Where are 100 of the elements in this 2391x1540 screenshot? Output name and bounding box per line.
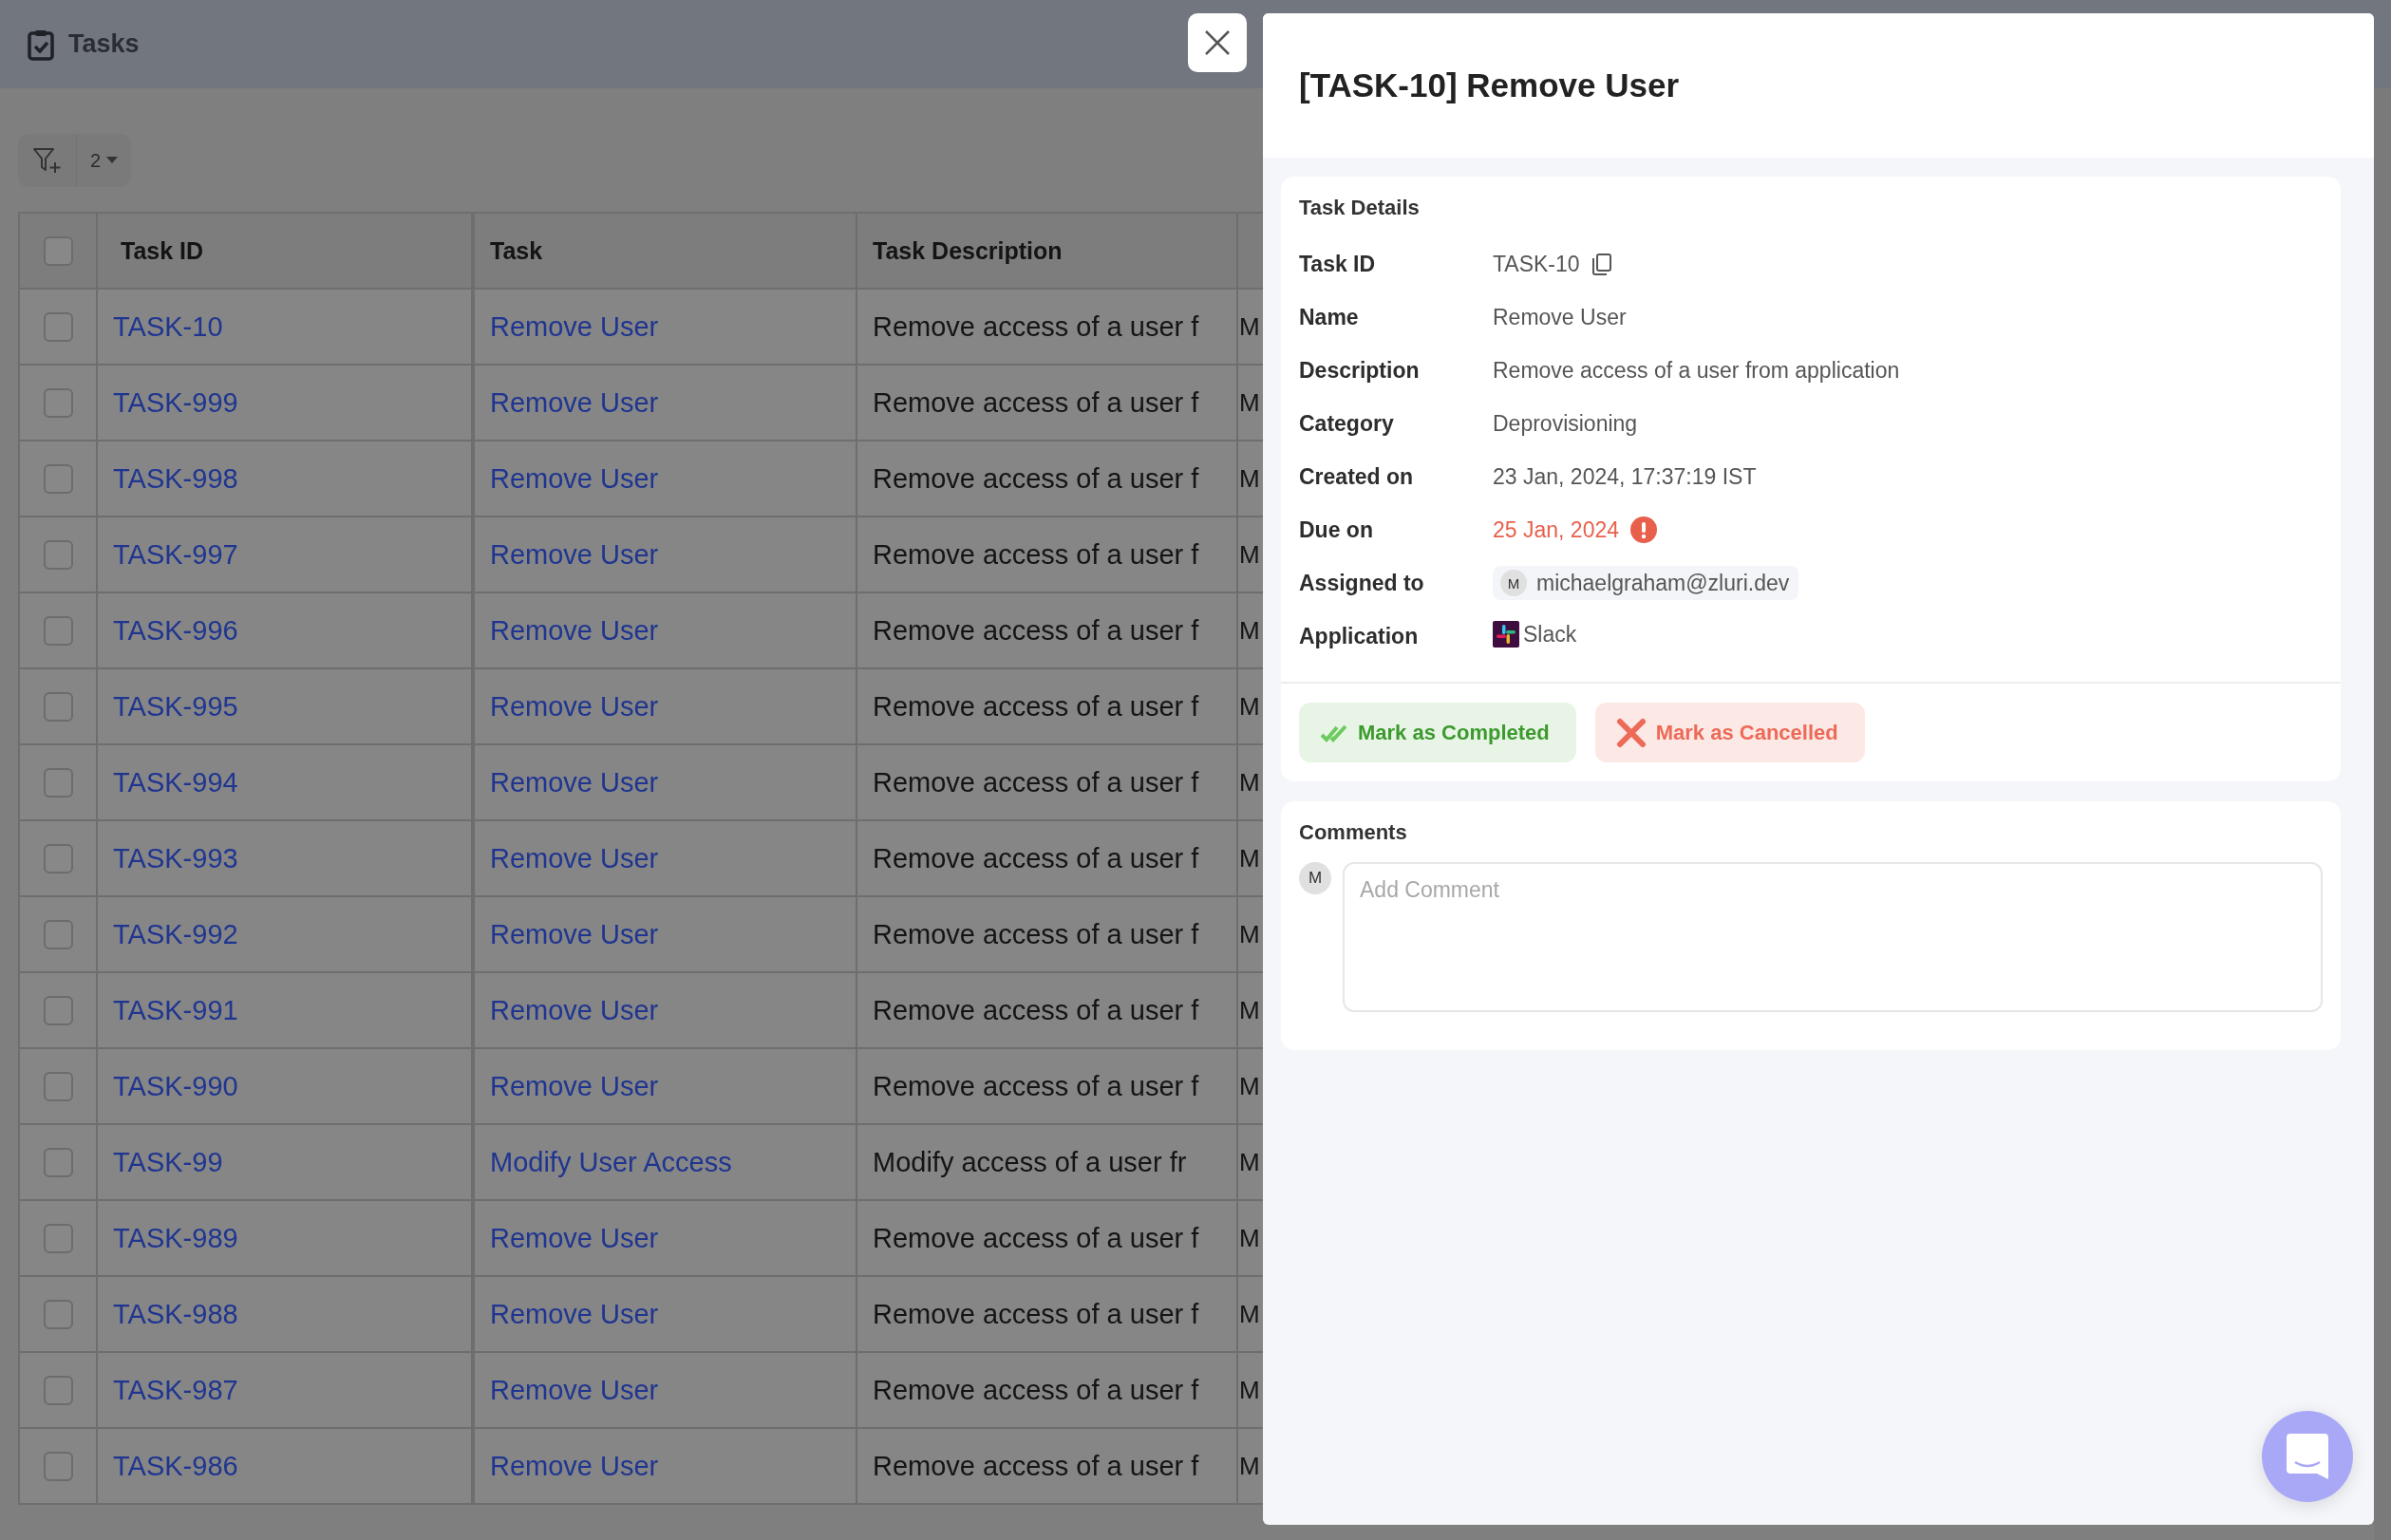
close-button[interactable]: [1188, 13, 1247, 72]
field-label: Due on: [1299, 516, 1374, 543]
row-checkbox[interactable]: [43, 539, 73, 570]
table-cell: M: [1239, 919, 1260, 949]
table-cell: M: [1239, 1299, 1260, 1329]
task-id-link[interactable]: TASK-99: [113, 1146, 223, 1178]
row-checkbox[interactable]: [43, 311, 73, 342]
row-checkbox[interactable]: [43, 1223, 73, 1253]
close-icon: [1204, 29, 1231, 56]
row-checkbox[interactable]: [43, 387, 73, 418]
complete-button[interactable]: Mark as Completed: [1299, 703, 1576, 762]
card-title: Comments: [1299, 820, 1408, 845]
task-link[interactable]: Remove User: [490, 1450, 659, 1482]
table-cell: Remove access of a user f: [873, 766, 1199, 798]
task-id-link[interactable]: TASK-989: [113, 1222, 238, 1254]
row-checkbox[interactable]: [43, 1299, 73, 1329]
row-checkbox[interactable]: [43, 843, 73, 873]
task-link[interactable]: Remove User: [490, 1298, 659, 1330]
task-link[interactable]: Remove User: [490, 386, 659, 419]
field-label: Task ID: [1299, 251, 1377, 277]
table-cell: Remove access of a user f: [873, 690, 1199, 723]
table-cell: Remove access of a user f: [873, 918, 1199, 950]
user-avatar: M: [1500, 570, 1527, 596]
copy-icon[interactable]: [1591, 253, 1612, 275]
task-link[interactable]: Modify User Access: [490, 1146, 732, 1178]
task-id-link[interactable]: TASK-991: [113, 994, 238, 1026]
table-cell: Remove access of a user f: [873, 1374, 1199, 1406]
filter-plus-icon: [31, 146, 63, 175]
field-label: Assigned to: [1299, 570, 1425, 596]
task-id-link[interactable]: TASK-995: [113, 690, 238, 723]
task-id-link[interactable]: TASK-986: [113, 1450, 238, 1482]
alert-icon: [1630, 516, 1657, 543]
task-link[interactable]: Remove User: [490, 690, 659, 723]
chat-icon: [2287, 1434, 2328, 1479]
column-header[interactable]: Task: [490, 236, 543, 265]
task-id-link[interactable]: TASK-988: [113, 1298, 238, 1330]
drawer-title: [TASK-10] Remove User: [1299, 66, 1680, 104]
task-id-link[interactable]: TASK-999: [113, 386, 238, 419]
table-cell: M: [1239, 843, 1260, 873]
select-all-checkbox[interactable]: [43, 235, 73, 266]
field-label: Category: [1299, 410, 1395, 437]
task-link[interactable]: Remove User: [490, 614, 659, 647]
row-checkbox[interactable]: [43, 995, 73, 1025]
task-link[interactable]: Remove User: [490, 1222, 659, 1254]
row-checkbox[interactable]: [43, 463, 73, 494]
table-cell: Modify access of a user fr: [873, 1146, 1187, 1178]
table-cell: M: [1239, 615, 1260, 646]
table-cell: M: [1239, 995, 1260, 1025]
task-link[interactable]: Remove User: [490, 1070, 659, 1102]
task-id-link[interactable]: TASK-10: [113, 310, 223, 343]
task-link[interactable]: Remove User: [490, 994, 659, 1026]
task-id-link[interactable]: TASK-994: [113, 766, 238, 798]
field-value: Remove User: [1493, 304, 1627, 329]
table-cell: Remove access of a user f: [873, 1298, 1199, 1330]
app-logo-icon: [1493, 621, 1519, 648]
filter-count-dropdown[interactable]: 2: [77, 134, 132, 187]
table-cell: Remove access of a user f: [873, 462, 1199, 495]
row-checkbox[interactable]: [43, 1147, 73, 1177]
task-link[interactable]: Remove User: [490, 1374, 659, 1406]
row-checkbox[interactable]: [43, 1375, 73, 1405]
table-cell: Remove access of a user f: [873, 310, 1199, 343]
field-label: Created on: [1299, 463, 1415, 490]
assignee-chip: M michaelgraham@zluri.dev: [1493, 566, 1799, 600]
row-checkbox[interactable]: [43, 767, 73, 798]
task-link[interactable]: Remove User: [490, 842, 659, 874]
table-cell: Remove access of a user f: [873, 1222, 1199, 1254]
table-cell: Remove access of a user f: [873, 614, 1199, 647]
row-checkbox[interactable]: [43, 1071, 73, 1101]
field-value: Remove access of a user from application: [1493, 357, 1900, 383]
task-id-link[interactable]: TASK-990: [113, 1070, 238, 1102]
column-header[interactable]: Task Description: [873, 236, 1063, 265]
task-id-link[interactable]: TASK-998: [113, 462, 238, 495]
table-cell: M: [1239, 1071, 1260, 1101]
caret-icon: [106, 157, 119, 164]
table-cell: M: [1239, 1147, 1260, 1177]
table-cell: M: [1239, 1375, 1260, 1405]
table-cell: Remove access of a user f: [873, 994, 1199, 1026]
table-cell: M: [1239, 311, 1260, 342]
comment-field[interactable]: Add Comment: [1343, 862, 2323, 1012]
clipboard-check-icon: [27, 28, 55, 61]
task-link[interactable]: Remove User: [490, 538, 659, 571]
task-id-link[interactable]: TASK-996: [113, 614, 238, 647]
row-checkbox[interactable]: [43, 615, 73, 646]
row-checkbox[interactable]: [43, 1451, 73, 1481]
task-id-link[interactable]: TASK-987: [113, 1374, 238, 1406]
row-checkbox[interactable]: [43, 691, 73, 722]
table-cell: M: [1239, 1451, 1260, 1481]
task-link[interactable]: Remove User: [490, 918, 659, 950]
table-cell: M: [1239, 463, 1260, 494]
field-value: 23 Jan, 2024, 17:37:19 IST: [1493, 463, 1757, 489]
cancel-button[interactable]: Mark as Cancelled: [1594, 703, 1865, 762]
column-header[interactable]: Task ID: [121, 236, 204, 265]
task-link[interactable]: Remove User: [490, 310, 659, 343]
task-id-link[interactable]: TASK-997: [113, 538, 238, 571]
task-link[interactable]: Remove User: [490, 462, 659, 495]
row-checkbox[interactable]: [43, 919, 73, 949]
table-cell: M: [1239, 691, 1260, 722]
task-id-link[interactable]: TASK-993: [113, 842, 238, 874]
task-id-link[interactable]: TASK-992: [113, 918, 238, 950]
task-link[interactable]: Remove User: [490, 766, 659, 798]
